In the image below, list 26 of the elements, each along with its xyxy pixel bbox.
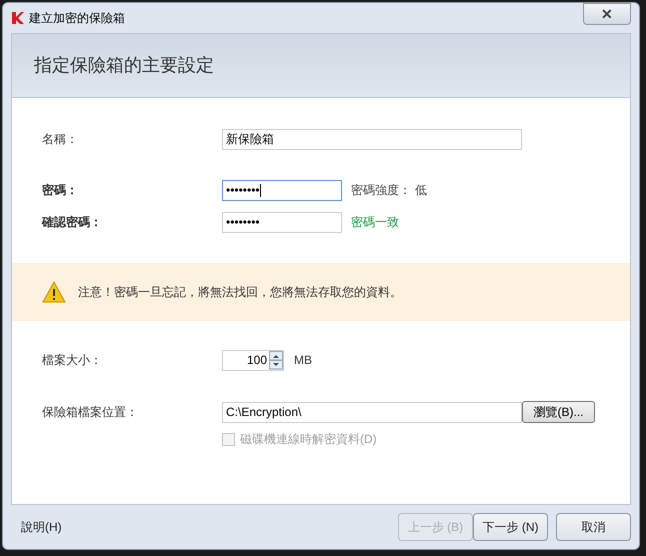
header-title: 指定保險箱的主要設定 [34,54,214,77]
app-logo-icon [11,11,25,25]
footer-button[interactable]: 取消 [556,513,631,541]
match-status: 密碼一致 [351,214,399,231]
window-title: 建立加密的保險箱 [29,10,125,27]
browse-button[interactable]: 瀏覽(B)... [522,401,595,423]
password-field[interactable]: •••••••• [222,180,342,200]
close-button[interactable]: ✕ [583,3,631,25]
decrypt-label: 磁碟機連線時解密資料(D) [240,431,377,448]
location-label: 保險箱檔案位置： [42,404,139,421]
size-spinner[interactable]: 100 [222,350,284,370]
confirm-label: 確認密碼： [42,214,103,231]
size-label: 檔案大小： [42,352,103,369]
name-field[interactable]: 新保險箱 [222,128,522,150]
warning-text: 注意！密碼一旦忘記，將無法找回，您將無法存取您的資料。 [78,284,402,301]
spinner-arrows-icon [269,350,283,370]
name-label: 名稱： [42,131,79,148]
password-label: 密碼： [42,182,79,199]
help-link[interactable]: 說明(H) [21,518,62,536]
warning-icon [42,281,66,303]
strength-value: 低 [415,182,427,199]
size-unit: MB [294,352,312,369]
location-field[interactable]: C:\Encryption\ [222,402,522,422]
strength-label: 密碼強度： [351,182,411,199]
footer-button[interactable]: 下一步 (N) [473,513,548,541]
confirm-password-field[interactable]: •••••••• [222,212,342,232]
